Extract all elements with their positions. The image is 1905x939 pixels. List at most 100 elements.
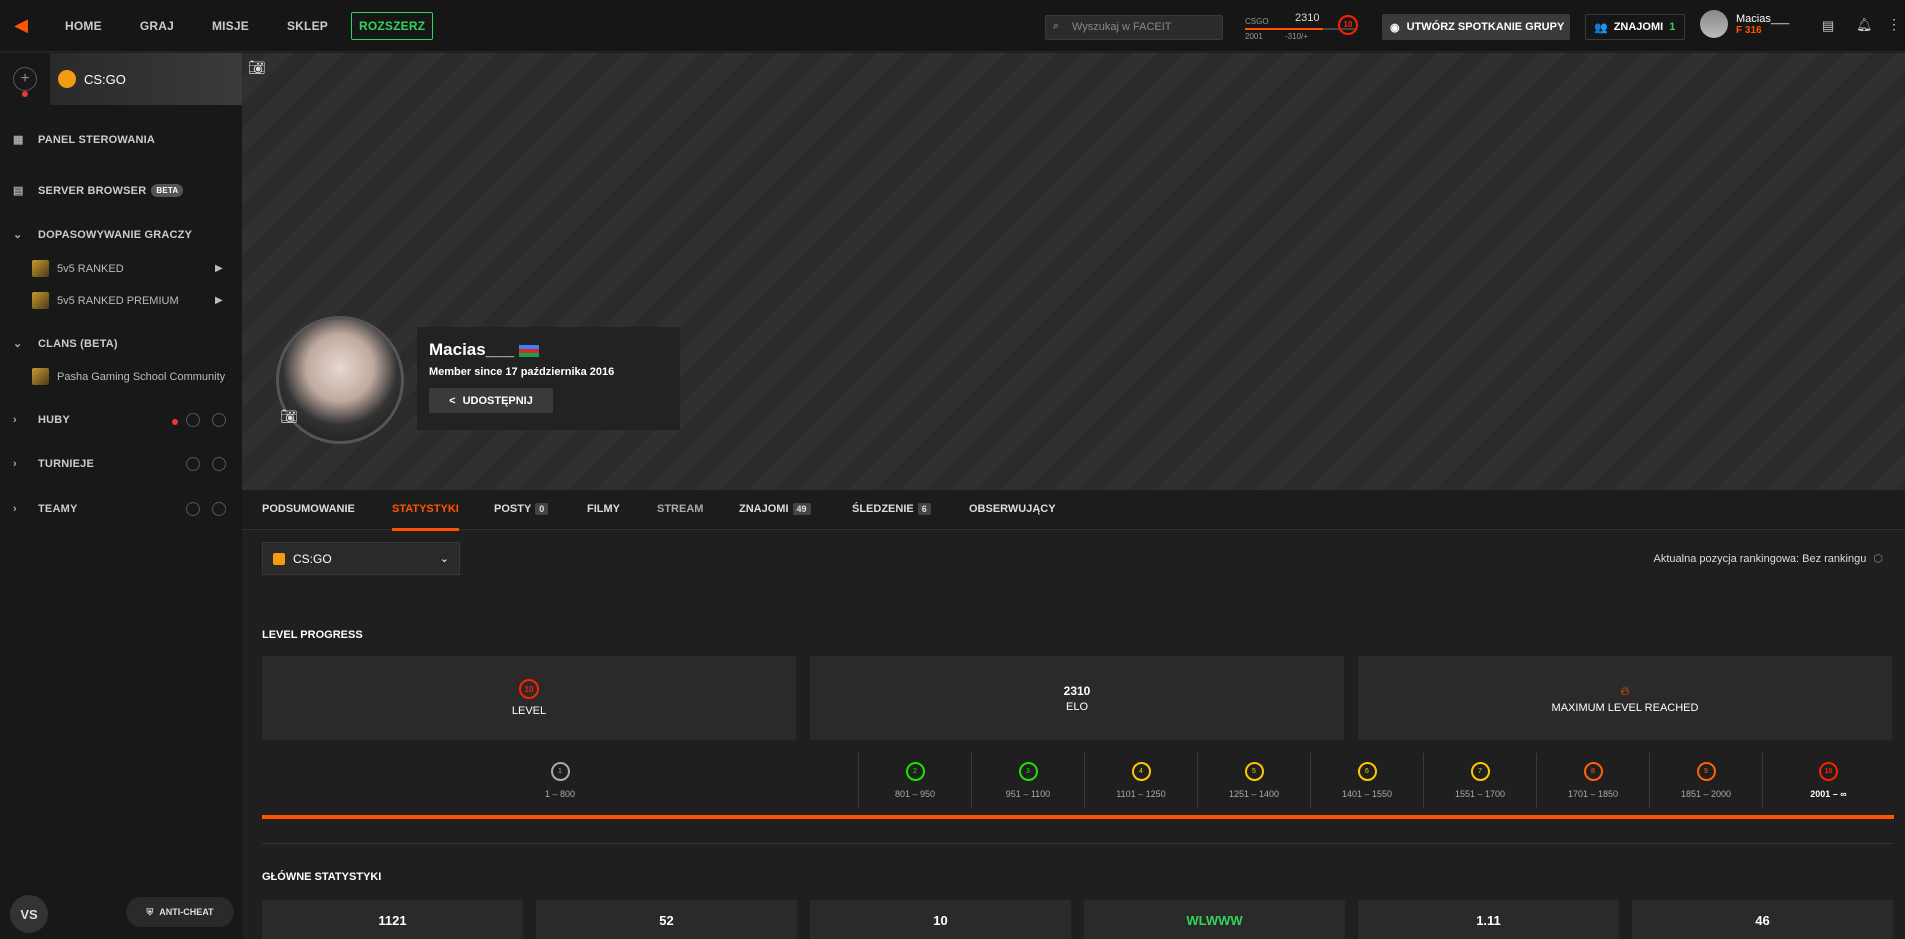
level-circle: 1	[550, 762, 570, 781]
tab-sledzenie[interactable]: ŚLEDZENIE 6	[852, 503, 931, 515]
sidebar-item-ranked-premium[interactable]: 5v5 RANKED PREMIUM ▶	[32, 292, 223, 309]
level-range-item: 2 801 – 950	[858, 753, 971, 808]
search-icon[interactable]	[186, 502, 200, 516]
main-stats-heading: GŁÓWNE STATYSTYKI	[262, 871, 382, 883]
level-range-item: 10 2001 – ∞	[1762, 753, 1894, 808]
level-range-item: 7 1551 – 1700	[1423, 753, 1536, 808]
level-circle: 10	[1819, 762, 1838, 781]
search-icon[interactable]	[186, 457, 200, 471]
flag-icon	[519, 344, 540, 357]
share-button[interactable]: < UDOSTĘPNIJ	[429, 388, 553, 413]
friends-button[interactable]: 👥 ZNAJOMI 1	[1585, 14, 1685, 40]
create-group-button[interactable]: ◉ UTWÓRZ SPOTKANIE GRUPY	[1382, 14, 1570, 40]
max-level-label: MAXIMUM LEVEL REACHED	[1551, 701, 1699, 714]
more-icon[interactable]: ⋮	[1887, 16, 1901, 33]
anticheat-button[interactable]: ⛨ ANTI-CHEAT	[126, 897, 234, 927]
max-level-box: 🔥︎ MAXIMUM LEVEL REACHED	[1358, 656, 1892, 740]
level-circle: 3	[1018, 762, 1038, 781]
main-content: 📷︎ 📷︎ Macias___ Member since 17 paździer…	[242, 53, 1905, 939]
range-label: 801 – 950	[894, 789, 936, 799]
vs-button[interactable]: VS	[10, 895, 48, 933]
level-range-item: 1 1 – 800	[262, 753, 858, 808]
nav-home[interactable]: HOME	[65, 19, 102, 33]
sidebar: + CS:GO ▦ PANEL STEROWANIA ▤ SERVER BROWSE…	[0, 53, 242, 939]
ranking-hex-icon: ⬡	[1873, 553, 1883, 565]
profile-tabs: PODSUMOWANIE STATYSTYKI POSTY 0 FILMY STR…	[242, 490, 1905, 531]
sidebar-item-clans[interactable]: ⌄ CLANS (BETA)	[13, 337, 118, 351]
sidebar-item-server-browser[interactable]: ▤ SERVER BROWSER BETA	[13, 184, 184, 197]
elo-min: 2001	[1245, 32, 1263, 41]
add-icon[interactable]	[212, 457, 226, 471]
tab-statystyki[interactable]: STATYSTYKI	[392, 503, 459, 531]
search-input[interactable]: ⌕ Wyszukaj w FACEIT	[1045, 15, 1223, 40]
level-circle: 7	[1470, 762, 1490, 781]
level-icon: 10	[519, 679, 539, 699]
level-range-item: 5 1251 – 1400	[1197, 753, 1310, 808]
stat-card: 10	[810, 900, 1071, 939]
elo-game-label: CSGO	[1245, 17, 1269, 26]
tab-podsumowanie[interactable]: PODSUMOWANIE	[262, 503, 355, 515]
level-circle: 6	[1357, 762, 1377, 781]
sidebar-item-label: Pasha Gaming School Community	[57, 370, 226, 383]
sidebar-item-ranked[interactable]: 5v5 RANKED ▶	[32, 260, 223, 277]
level-range-item: 4 1101 – 1250	[1084, 753, 1197, 808]
level-progress-bar	[262, 815, 1894, 819]
nav-graj[interactable]: GRAJ	[140, 19, 174, 33]
search-icon[interactable]	[186, 413, 200, 427]
level-circle: 5	[1244, 762, 1264, 781]
server-icon: ▤	[13, 185, 24, 197]
elo-label: ELO	[1065, 700, 1088, 713]
sidebar-item-label: HUBY	[38, 414, 70, 426]
sidebar-item-label: 5v5 RANKED	[57, 262, 124, 275]
elo-value: 2310	[1295, 12, 1320, 24]
user-menu[interactable]: Macias___ F 316	[1700, 10, 1789, 38]
chevron-right-icon: ›	[13, 503, 17, 515]
game-select[interactable]: CS:GO ⌄	[262, 542, 460, 575]
faceit-logo-icon[interactable]: ◀	[0, 0, 42, 52]
shield-icon: ⛨	[146, 906, 154, 917]
add-icon[interactable]	[212, 413, 226, 427]
divider	[262, 843, 1894, 844]
notification-dot	[172, 419, 178, 425]
bell-icon[interactable]: 🔔︎	[1856, 17, 1873, 33]
sidebar-game[interactable]: CS:GO	[58, 70, 126, 88]
tab-posty[interactable]: POSTY 0	[494, 503, 549, 515]
range-label: 1101 – 1250	[1116, 789, 1166, 799]
play-icon[interactable]: ▶	[215, 263, 223, 274]
chevron-down-icon: ⌄	[13, 229, 23, 241]
sidebar-item-huby[interactable]: › HUBY	[13, 414, 70, 426]
play-icon[interactable]: ▶	[215, 295, 223, 306]
sidebar-item-turnieje[interactable]: › TURNIEJE	[13, 458, 94, 470]
tab-znajomi[interactable]: ZNAJOMI 49	[739, 503, 811, 515]
camera-icon[interactable]: 📷︎	[248, 59, 266, 76]
sidebar-item-label: DOPASOWYWANIE GRACZY	[38, 228, 193, 241]
chevron-right-icon: ›	[13, 414, 17, 426]
level-label: LEVEL	[511, 705, 547, 717]
tab-stream[interactable]: STREAM	[657, 503, 703, 515]
sidebar-item-clan[interactable]: Pasha Gaming School Community	[32, 368, 242, 385]
queue-thumb	[32, 292, 49, 309]
chevron-down-icon: ⌄	[439, 553, 449, 565]
profile-name: Macias___	[429, 340, 515, 359]
csgo-icon	[58, 70, 76, 88]
nav-misje[interactable]: MISJE	[212, 19, 249, 33]
sidebar-item-label: CLANS (BETA)	[38, 337, 118, 350]
tab-obserwujacy[interactable]: OBSERWUJĄCY	[969, 503, 1056, 515]
calendar-icon[interactable]: ▤	[1822, 18, 1834, 34]
search-icon: ⌕	[1053, 20, 1060, 32]
sidebar-item-teamy[interactable]: › TEAMY	[13, 503, 78, 515]
add-game-icon[interactable]: +	[13, 67, 37, 91]
sidebar-item-matchmaking[interactable]: ⌄ DOPASOWYWANIE GRACZY	[13, 228, 193, 242]
stat-card-results: WLWWW	[1084, 900, 1345, 939]
top-bar: ◀ HOME GRAJ MISJE SKLEP ROZSZERZ ⌕ Wyszu…	[0, 0, 1905, 52]
nav-sklep[interactable]: SKLEP	[287, 19, 328, 33]
main-nav: HOME GRAJ MISJE SKLEP ROZSZERZ	[46, 11, 452, 40]
create-group-label: UTWÓRZ SPOTKANIE GRUPY	[1406, 21, 1565, 33]
rozszerz-button[interactable]: ROZSZERZ	[350, 11, 434, 40]
add-icon[interactable]	[212, 502, 226, 516]
level-range-item: 8 1701 – 1850	[1536, 753, 1649, 808]
tab-filmy[interactable]: FILMY	[587, 503, 620, 515]
avatar	[1700, 10, 1728, 38]
sidebar-item-panel[interactable]: ▦ PANEL STEROWANIA	[13, 133, 155, 147]
camera-icon[interactable]: 📷︎	[280, 408, 298, 425]
